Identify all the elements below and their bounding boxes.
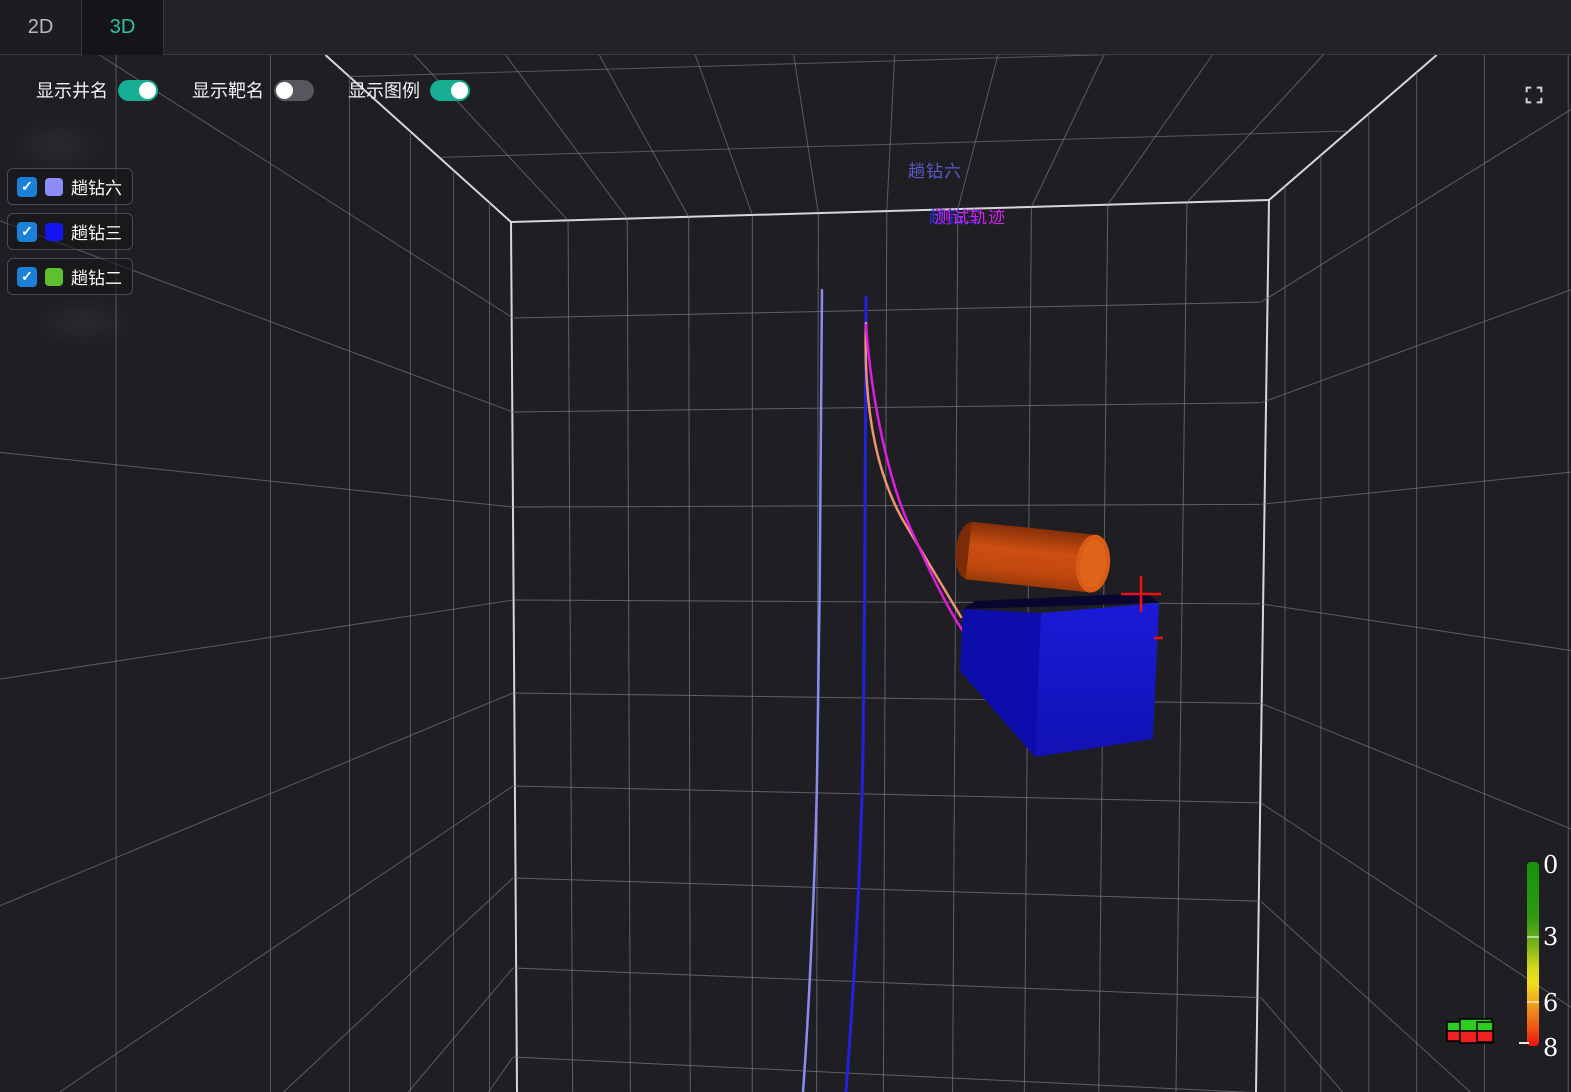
legend-toggle[interactable] xyxy=(430,80,470,101)
colorbar-tick-6: 6 xyxy=(1543,991,1558,1015)
toggle-knob xyxy=(139,82,156,99)
legend-item-well-two[interactable]: ✓ 趟钻二 xyxy=(7,258,133,295)
toggle-label-legend: 显示图例 xyxy=(348,77,420,103)
3d-viewport[interactable] xyxy=(0,0,1571,1092)
legend-item-well-six[interactable]: ✓ 趟钻六 xyxy=(7,168,133,205)
well-legend: ✓ 趟钻六 ✓ 趟钻三 ✓ 趟钻二 xyxy=(7,168,133,295)
toggle-group-well-names: 显示井名 xyxy=(36,77,158,103)
box-target xyxy=(960,593,1159,757)
trajectory-test-salmon xyxy=(866,323,961,617)
legend-label: 趟钻二 xyxy=(71,264,122,289)
mini-well-blocks xyxy=(1447,1019,1493,1043)
toggle-group-target-names: 显示靶名 xyxy=(192,77,314,103)
toggle-group-legend: 显示图例 xyxy=(348,77,470,103)
check-icon[interactable]: ✓ xyxy=(17,222,37,242)
well-names-toggle[interactable] xyxy=(118,80,158,101)
wireframe-grid xyxy=(0,45,1571,1092)
check-icon[interactable]: ✓ xyxy=(17,177,37,197)
render-artifact xyxy=(28,296,138,348)
colorbar xyxy=(1519,862,1539,1046)
legend-label: 趟钻三 xyxy=(71,219,122,244)
render-artifact xyxy=(8,116,108,174)
tab-2d[interactable]: 2D xyxy=(0,0,82,54)
color-swatch xyxy=(45,178,63,196)
toggle-knob xyxy=(276,82,293,99)
toggle-label-well-names: 显示井名 xyxy=(36,77,108,103)
cylinder-target xyxy=(953,520,1113,594)
display-controls: 显示井名 显示靶名 显示图例 xyxy=(36,77,470,103)
trajectories xyxy=(803,290,963,1092)
legend-item-well-three[interactable]: ✓ 趟钻三 xyxy=(7,213,133,250)
tab-3d[interactable]: 3D xyxy=(82,0,164,55)
well-label-test-track: 测试轨迹 xyxy=(934,203,1006,228)
color-swatch xyxy=(45,223,63,241)
trajectory-well-three xyxy=(846,297,866,1092)
colorbar-tick-0: 0 xyxy=(1543,853,1558,877)
trajectory-test-magenta xyxy=(866,325,963,631)
toggle-knob xyxy=(451,82,468,99)
well-label-six: 趟钻六 xyxy=(908,157,962,182)
legend-label: 趟钻六 xyxy=(71,174,122,199)
tab-bar: 2D 3D xyxy=(0,0,1571,55)
fullscreen-icon[interactable] xyxy=(1517,78,1551,112)
check-icon[interactable]: ✓ xyxy=(17,267,37,287)
toggle-label-target-names: 显示靶名 xyxy=(192,77,264,103)
color-swatch xyxy=(45,268,63,286)
colorbar-tick-8: 8 xyxy=(1543,1036,1558,1060)
colorbar-tick-3: 3 xyxy=(1543,925,1558,949)
target-names-toggle[interactable] xyxy=(274,80,314,101)
fullscreen-glyph xyxy=(1523,83,1545,107)
trajectory-well-six xyxy=(803,290,822,1092)
